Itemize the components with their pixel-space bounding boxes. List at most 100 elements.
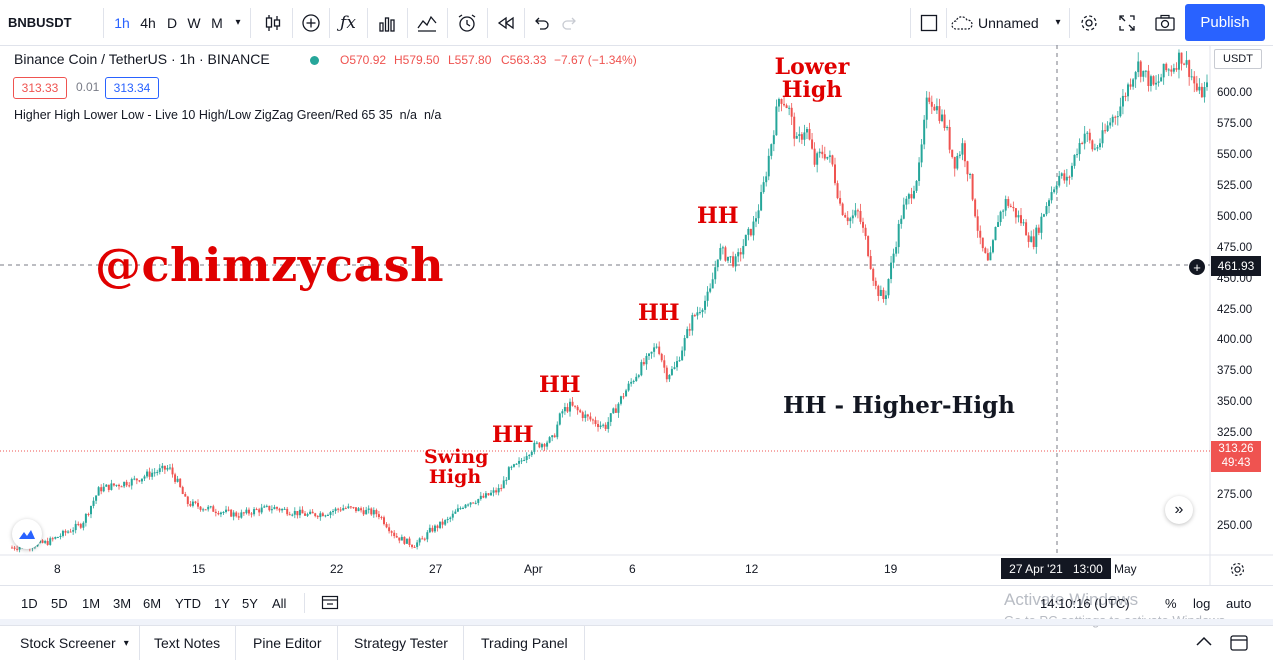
candle-body (637, 375, 640, 377)
candle-body (747, 228, 750, 235)
candle-body (179, 478, 182, 488)
candle-body (439, 521, 442, 528)
candle-body (538, 442, 541, 448)
tab-trading-panel[interactable]: Trading Panel (465, 626, 585, 660)
candle-body (798, 134, 801, 137)
range-1y-button[interactable]: 1Y (214, 596, 230, 611)
price-tick: 350.00 (1217, 396, 1253, 409)
buy-price-button[interactable]: 313.34 (105, 77, 159, 99)
candle-body (79, 524, 82, 528)
candle-body (839, 198, 842, 204)
candle-body (543, 444, 546, 447)
candle-body (958, 154, 961, 156)
candle-body (469, 502, 472, 505)
interval-dropdown-icon[interactable]: ▾ (230, 0, 246, 45)
price-chart[interactable] (0, 45, 1273, 585)
range-1d-button[interactable]: 1D (21, 596, 38, 611)
interval-1h-button[interactable]: 1h (112, 0, 132, 45)
candle-body (941, 114, 944, 121)
scroll-to-realtime-icon[interactable]: » (1165, 496, 1193, 524)
candle-body (890, 262, 893, 280)
replay-icon[interactable] (489, 0, 523, 45)
range-all-button[interactable]: All (272, 596, 286, 611)
publish-button[interactable]: Publish (1185, 4, 1265, 41)
candle-body (44, 541, 47, 543)
goto-date-icon[interactable] (321, 594, 339, 615)
currency-badge[interactable]: USDT (1214, 49, 1262, 69)
candle-body (1076, 154, 1079, 156)
compare-icon[interactable] (409, 0, 445, 45)
undo-icon[interactable] (526, 0, 556, 45)
log-toggle[interactable]: log (1193, 596, 1210, 611)
price-tick: 525.00 (1217, 180, 1253, 193)
tab-stock-screener[interactable]: Stock Screener ▾ (5, 626, 140, 660)
interval-4h-button[interactable]: 4h (138, 0, 158, 45)
symbol-search-button[interactable]: BNBUSDT (8, 0, 98, 45)
candle-body (739, 252, 742, 255)
range-ytd-button[interactable]: YTD (175, 596, 201, 611)
candle-body (589, 416, 592, 420)
candle-body (174, 474, 177, 482)
candle-body (408, 538, 411, 545)
candle-body (1188, 60, 1191, 77)
percent-toggle[interactable]: % (1165, 596, 1177, 611)
indicator-legend[interactable]: Higher High Lower Low - Live 10 High/Low… (14, 108, 441, 122)
auto-toggle[interactable]: auto (1226, 596, 1251, 611)
range-5d-button[interactable]: 5D (51, 596, 68, 611)
candle-body (1022, 222, 1025, 224)
candle-body (602, 424, 605, 426)
tradingview-logo-icon[interactable] (12, 519, 42, 549)
axis-settings-gear-icon[interactable] (1229, 561, 1246, 583)
range-1m-button[interactable]: 1M (82, 596, 100, 611)
time-tick: 19 (884, 562, 898, 576)
camera-icon[interactable] (1147, 0, 1183, 45)
interval-d-button[interactable]: D (163, 0, 181, 45)
candles-icon[interactable] (256, 0, 290, 45)
tab-pine-editor[interactable]: Pine Editor (237, 626, 339, 660)
candle-body (464, 504, 467, 508)
indicators-fx-icon[interactable]: ƒx (331, 0, 365, 45)
candle-body (100, 487, 103, 492)
tab-strategy-tester[interactable]: Strategy Tester (339, 626, 464, 660)
range-5y-button[interactable]: 5Y (242, 596, 258, 611)
add-indicator-icon[interactable] (294, 0, 328, 45)
candle-body (805, 129, 808, 133)
candle-body (571, 401, 574, 406)
alert-icon[interactable] (449, 0, 485, 45)
candle-body (411, 544, 414, 547)
candle-body (1137, 61, 1140, 73)
candle-body (507, 467, 510, 480)
candle-body (668, 374, 671, 380)
candle-body (867, 236, 870, 257)
candle-body (706, 291, 709, 301)
candle-body (329, 512, 332, 515)
sell-price-button[interactable]: 313.33 (13, 77, 67, 99)
utc-clock[interactable]: 14:10:16 (UTC) (1040, 596, 1130, 611)
interval-m-button[interactable]: M (207, 0, 227, 45)
candle-body (907, 194, 910, 199)
candle-body (1081, 143, 1084, 145)
price-tick: 575.00 (1217, 118, 1253, 131)
candle-body (240, 512, 243, 518)
layout-name[interactable]: Unnamed (978, 0, 1048, 45)
financials-icon[interactable] (369, 0, 405, 45)
fullscreen-icon[interactable] (1109, 0, 1145, 45)
candle-body (757, 210, 760, 219)
range-3m-button[interactable]: 3M (113, 596, 131, 611)
tab-text-notes[interactable]: Text Notes (139, 626, 237, 660)
candle-body (533, 442, 536, 452)
candle-body (660, 353, 663, 361)
maximize-panel-icon[interactable] (1229, 634, 1249, 657)
redo-icon[interactable] (555, 0, 585, 45)
candle-body (574, 405, 577, 407)
settings-gear-icon[interactable] (1071, 0, 1107, 45)
range-6m-button[interactable]: 6M (143, 596, 161, 611)
add-level-plus-icon[interactable]: + (1188, 258, 1206, 276)
chevron-up-icon[interactable] (1194, 634, 1214, 653)
candle-body (859, 210, 862, 222)
candle-body (398, 537, 401, 541)
chevron-down-icon[interactable]: ▾ (1050, 0, 1066, 45)
candle-body (342, 508, 345, 511)
interval-w-button[interactable]: W (185, 0, 203, 45)
layout-toggle-icon[interactable] (914, 0, 944, 45)
